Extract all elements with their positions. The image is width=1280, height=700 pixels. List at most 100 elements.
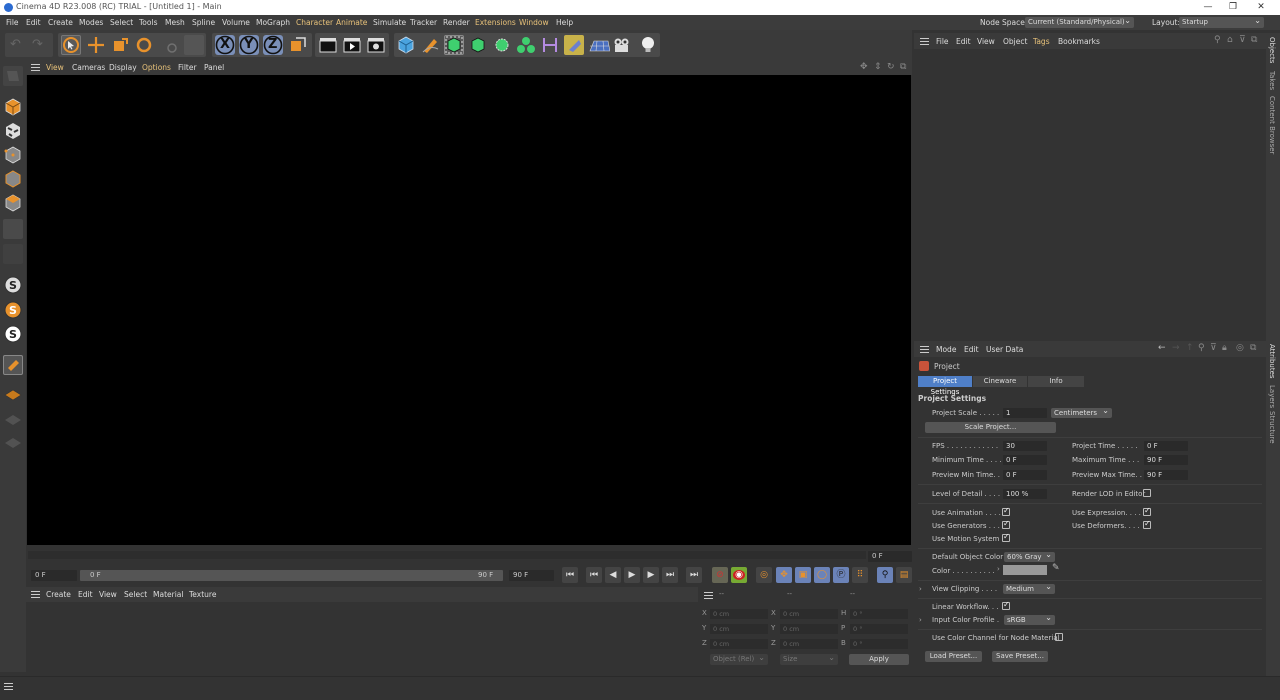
field-button[interactable] — [564, 35, 584, 55]
coord-rot-h-field[interactable]: 0 ° — [850, 609, 908, 619]
menu-character[interactable]: Character — [296, 18, 333, 27]
menu-tools[interactable]: Tools — [139, 18, 157, 27]
cube-button[interactable] — [396, 35, 416, 55]
menu-animate[interactable]: Animate — [336, 18, 367, 27]
scheme-button[interactable]: ⚲ — [877, 567, 893, 583]
objects-hamburger-icon[interactable] — [920, 38, 929, 45]
coord-pos-z-field[interactable]: 0 cm — [710, 639, 768, 649]
recent-tool-button[interactable] — [160, 35, 180, 55]
tab-project-settings[interactable]: Project Settings — [918, 376, 972, 396]
pen-button[interactable] — [420, 35, 440, 55]
attributes-menu-user-data[interactable]: User Data — [986, 345, 1023, 354]
next-key-button[interactable]: ⏭ — [662, 567, 678, 583]
attributes-target-icon[interactable]: ◎ — [1236, 343, 1244, 353]
color-swatch[interactable] — [1003, 565, 1047, 575]
render-lod-checkbox[interactable] — [1143, 489, 1151, 497]
tab-info[interactable]: Info — [1028, 376, 1084, 387]
coordinates-hamburger-icon[interactable] — [704, 592, 713, 599]
extrude-button[interactable] — [468, 35, 488, 55]
objects-new-view-icon[interactable]: ⧉ — [1251, 35, 1257, 45]
axis-workplane-button[interactable] — [3, 410, 23, 430]
menu-simulate[interactable]: Simulate — [373, 18, 406, 27]
snap-settings-button[interactable]: S — [3, 324, 23, 344]
prev-key-button[interactable]: ⏮ — [586, 567, 602, 583]
close-icon[interactable]: ✕ — [1249, 1, 1273, 14]
menu-file[interactable]: File — [6, 18, 19, 27]
coord-rot-b-field[interactable]: 0 ° — [850, 639, 908, 649]
autokey-button[interactable]: ◉ — [731, 567, 747, 583]
render-picture-viewer-button[interactable] — [342, 35, 362, 55]
coord-size-dropdown[interactable]: Size — [780, 654, 838, 665]
move-button[interactable] — [86, 35, 106, 55]
workplane-button[interactable] — [3, 244, 23, 264]
rotate-button[interactable] — [134, 35, 154, 55]
material-hamburger-icon[interactable] — [31, 591, 40, 598]
objects-menu-tags[interactable]: Tags — [1033, 37, 1050, 46]
floor-button[interactable] — [588, 35, 611, 55]
menu-tracker[interactable]: Tracker — [410, 18, 437, 27]
input-color-profile-expand-icon[interactable]: › — [919, 616, 922, 624]
blank-tool-button[interactable] — [184, 35, 204, 55]
viewport-menu-panel[interactable]: Panel — [204, 63, 224, 72]
coord-size-z-field[interactable]: 0 cm — [780, 639, 838, 649]
tab-attributes[interactable]: Attributes — [1268, 344, 1276, 379]
points-mode-button[interactable] — [3, 145, 23, 165]
viewport-menu-filter[interactable]: Filter — [178, 63, 197, 72]
scale-project-button[interactable]: Scale Project... — [925, 422, 1056, 433]
viewport-move-icon[interactable]: ✥ — [860, 62, 868, 72]
node-space-dropdown[interactable]: Current (Standard/Physical) — [1025, 17, 1134, 28]
project-scale-unit-dropdown[interactable]: Centimeters — [1051, 408, 1112, 418]
objects-menu-bookmarks[interactable]: Bookmarks — [1058, 37, 1100, 46]
coordinate-system-button[interactable] — [288, 35, 308, 55]
coord-rot-p-field[interactable]: 0 ° — [850, 624, 908, 634]
workplane-align-button[interactable] — [3, 433, 23, 453]
menu-create[interactable]: Create — [48, 18, 73, 27]
edges-mode-button[interactable] — [3, 169, 23, 189]
view-clipping-dropdown[interactable]: Medium — [1003, 584, 1055, 594]
prev-frame-button[interactable]: ◀ — [605, 567, 621, 583]
menu-mograph[interactable]: MoGraph — [256, 18, 290, 27]
viewport-menu-cameras[interactable]: Cameras — [72, 63, 105, 72]
maximize-icon[interactable]: ❐ — [1221, 1, 1245, 14]
objects-list-area[interactable] — [914, 49, 1266, 339]
scale-button[interactable] — [110, 35, 130, 55]
key-parameter-button[interactable]: Ⓟ — [833, 567, 849, 583]
attributes-hamburger-icon[interactable] — [920, 346, 929, 353]
tab-takes[interactable]: Takes — [1268, 71, 1276, 90]
tab-objects[interactable]: Objects — [1268, 37, 1276, 63]
material-menu-view[interactable]: View — [99, 590, 117, 599]
keyframe-selection-button[interactable]: ◎ — [756, 567, 772, 583]
menu-select[interactable]: Select — [110, 18, 133, 27]
planar-workplane-button[interactable] — [3, 385, 23, 405]
play-button[interactable]: ▶ — [624, 567, 640, 583]
fps-field[interactable]: 30 — [1003, 441, 1047, 451]
render-settings-button[interactable] — [366, 35, 386, 55]
objects-menu-object[interactable]: Object — [1003, 37, 1027, 46]
timeline-ruler[interactable] — [28, 551, 866, 559]
viewport-hamburger-icon[interactable] — [31, 64, 40, 71]
render-view-button[interactable] — [318, 35, 338, 55]
input-color-profile-dropdown[interactable]: sRGB — [1004, 615, 1055, 625]
minimum-time-field[interactable]: 0 F — [1003, 455, 1047, 465]
apply-button[interactable]: Apply — [849, 654, 909, 665]
y-axis-button[interactable]: Y — [239, 35, 259, 55]
timeline-start-field[interactable]: 0 F — [31, 570, 77, 581]
load-preset-button[interactable]: Load Preset... — [925, 651, 982, 662]
key-position-button[interactable]: ✥ — [776, 567, 792, 583]
up-arrow-icon[interactable]: ↑ — [1186, 343, 1194, 353]
back-arrow-icon[interactable]: ← — [1158, 343, 1166, 353]
live-selection-button[interactable] — [61, 35, 81, 55]
objects-search-icon[interactable]: ⚲ — [1214, 35, 1221, 45]
objects-menu-edit[interactable]: Edit — [956, 37, 971, 46]
objects-filter-icon[interactable]: ⊽ — [1239, 35, 1246, 45]
forward-arrow-icon[interactable]: → — [1172, 343, 1180, 353]
texture-mode-button[interactable] — [3, 121, 23, 141]
timeline-end-field[interactable]: 90 F — [509, 570, 554, 581]
model-mode-button[interactable] — [3, 97, 23, 117]
polygons-mode-button[interactable] — [3, 193, 23, 213]
project-time-field[interactable]: 0 F — [1144, 441, 1188, 451]
material-menu-edit[interactable]: Edit — [78, 590, 93, 599]
linear-workflow-checkbox[interactable] — [1002, 600, 1010, 610]
make-editable-button[interactable] — [3, 66, 23, 86]
menu-modes[interactable]: Modes — [79, 18, 103, 27]
